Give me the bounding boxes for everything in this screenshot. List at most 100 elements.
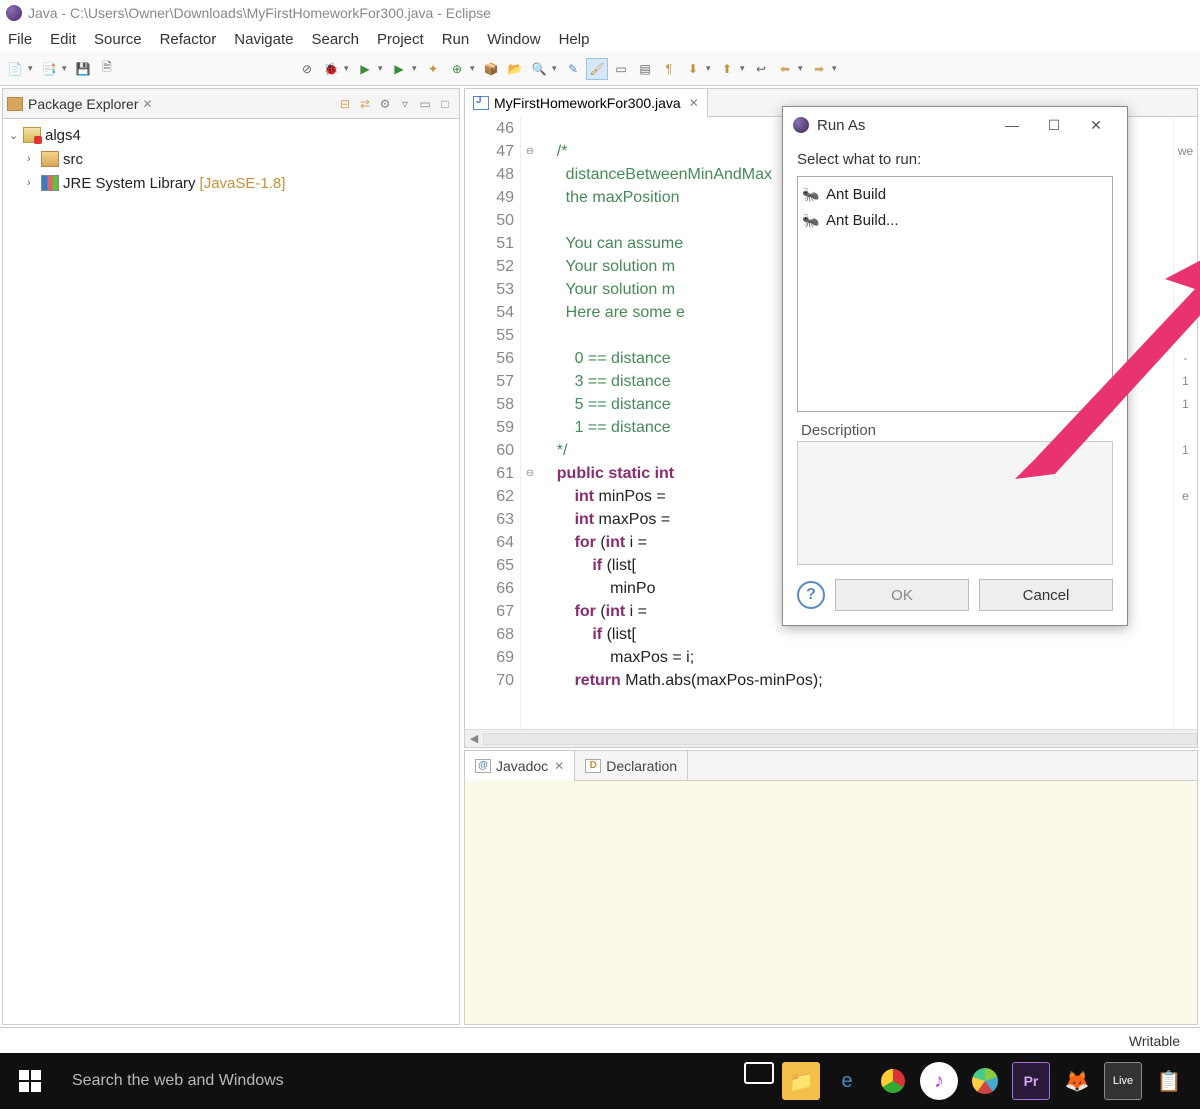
eclipse-icon <box>6 5 22 21</box>
tab-javadoc[interactable]: @ Javadoc ✕ <box>465 751 575 781</box>
search-dropdown[interactable]: ▾ <box>552 63 560 74</box>
next-annotation-button[interactable]: ⬇ <box>682 58 704 80</box>
cancel-button[interactable]: Cancel <box>979 579 1113 611</box>
coverage-dropdown[interactable]: ▾ <box>412 63 420 74</box>
javadoc-content <box>465 781 1197 1024</box>
editor-tab-active[interactable]: MyFirstHomeworkFor300.java ✕ <box>465 89 708 117</box>
run-button[interactable]: ▶ <box>354 58 376 80</box>
dialog-maximize-button[interactable]: ☐ <box>1033 110 1075 140</box>
dialog-close-button[interactable]: ✕ <box>1075 110 1117 140</box>
debug-button[interactable]: 🐞 <box>320 58 342 80</box>
menu-refactor[interactable]: Refactor <box>160 31 217 48</box>
open-dropdown[interactable]: ▾ <box>62 63 70 74</box>
itunes-icon[interactable]: ♪ <box>920 1062 958 1100</box>
package-explorer-view: Package Explorer ✕ ⊟ ⇄ ⚙ ▿ ▭ □ ⌄ algs4 ›… <box>2 88 460 1025</box>
menu-file[interactable]: File <box>8 31 32 48</box>
open-button[interactable]: 📑 <box>38 58 60 80</box>
collapse-all-button[interactable]: ⊟ <box>335 94 355 114</box>
coverage-button[interactable]: ▶ <box>388 58 410 80</box>
maximize-view-button[interactable]: □ <box>435 94 455 114</box>
run-dropdown[interactable]: ▾ <box>378 63 386 74</box>
dialog-titlebar[interactable]: Run As — ☐ ✕ <box>783 107 1127 143</box>
live-icon[interactable]: Live <box>1104 1062 1142 1100</box>
tab-declaration[interactable]: D Declaration <box>575 751 688 781</box>
menu-search[interactable]: Search <box>311 31 359 48</box>
toggle-mark-button[interactable]: 🖌 <box>586 58 608 80</box>
new-button[interactable]: 📄 <box>4 58 26 80</box>
open-task-button[interactable]: 📂 <box>504 58 526 80</box>
pin-button[interactable]: ¶ <box>658 58 680 80</box>
tree-project[interactable]: ⌄ algs4 <box>9 123 453 147</box>
list-item[interactable]: 🐜 Ant Build <box>802 181 1108 207</box>
close-icon[interactable]: ✕ <box>689 96 699 110</box>
expand-icon[interactable]: › <box>27 153 41 165</box>
tree-jre[interactable]: › JRE System Library [JavaSE-1.8] <box>9 171 453 195</box>
menu-navigate[interactable]: Navigate <box>234 31 293 48</box>
expand-icon[interactable]: › <box>27 177 41 189</box>
back-dropdown[interactable]: ▾ <box>798 63 806 74</box>
gimp-icon[interactable]: 🦊 <box>1058 1062 1096 1100</box>
last-edit-button[interactable]: ↩ <box>750 58 772 80</box>
taskbar-search[interactable]: Search the web and Windows <box>60 1053 500 1109</box>
prev-annotation-button[interactable]: ⬆ <box>716 58 738 80</box>
line-gutter: 4647484950515253545556575859606162636465… <box>465 117 521 729</box>
project-icon <box>23 127 41 143</box>
menu-edit[interactable]: Edit <box>50 31 76 48</box>
scroll-track[interactable] <box>483 733 1197 745</box>
search-button[interactable]: 🔍 <box>528 58 550 80</box>
file-explorer-icon[interactable]: 📁 <box>782 1062 820 1100</box>
ok-button[interactable]: OK <box>835 579 969 611</box>
menu-window[interactable]: Window <box>487 31 540 48</box>
new-package-dropdown[interactable]: ▾ <box>470 63 478 74</box>
annotation-button[interactable]: ✎ <box>562 58 584 80</box>
back-button[interactable]: ⬅ <box>774 58 796 80</box>
menu-help[interactable]: Help <box>559 31 590 48</box>
picasa-icon[interactable] <box>966 1062 1004 1100</box>
notes-icon[interactable]: 📋 <box>1150 1062 1188 1100</box>
overview-ruler[interactable]: we-111e <box>1173 117 1197 729</box>
scroll-left-icon[interactable]: ◀ <box>465 732 483 745</box>
show-whitespace-button[interactable]: ▤ <box>634 58 656 80</box>
package-explorer-tree[interactable]: ⌄ algs4 › src › JRE System Library [Java… <box>3 119 459 199</box>
menu-source[interactable]: Source <box>94 31 142 48</box>
skip-breakpoints-button[interactable]: ⊘ <box>296 58 318 80</box>
close-icon[interactable]: ✕ <box>554 759 564 773</box>
package-explorer-title: Package Explorer <box>28 96 139 112</box>
new-package-button[interactable]: ⊕ <box>446 58 468 80</box>
help-button[interactable]: ? <box>797 581 825 609</box>
menu-project[interactable]: Project <box>377 31 424 48</box>
toggle-block-button[interactable]: ▭ <box>610 58 632 80</box>
save-all-button[interactable]: 🗎 <box>96 58 118 80</box>
menu-run[interactable]: Run <box>442 31 470 48</box>
bottom-tabs: @ Javadoc ✕ D Declaration <box>465 751 1197 781</box>
expand-icon[interactable]: ⌄ <box>9 129 23 142</box>
dialog-minimize-button[interactable]: — <box>991 110 1033 140</box>
new-dropdown[interactable]: ▾ <box>28 63 36 74</box>
tree-src[interactable]: › src <box>9 147 453 171</box>
forward-dropdown[interactable]: ▾ <box>832 63 840 74</box>
next-annotation-dropdown[interactable]: ▾ <box>706 63 714 74</box>
package-explorer-close-icon[interactable]: ✕ <box>143 97 153 111</box>
forward-button[interactable]: ➡ <box>808 58 830 80</box>
link-editor-button[interactable]: ⇄ <box>355 94 375 114</box>
tree-src-label: src <box>63 151 83 168</box>
minimize-view-button[interactable]: ▭ <box>415 94 435 114</box>
chrome-icon[interactable] <box>874 1062 912 1100</box>
package-explorer-header: Package Explorer ✕ ⊟ ⇄ ⚙ ▿ ▭ □ <box>3 89 459 119</box>
debug-dropdown[interactable]: ▾ <box>344 63 352 74</box>
dialog-prompt: Select what to run: <box>797 151 1113 168</box>
horizontal-scrollbar[interactable]: ◀ <box>465 729 1197 747</box>
view-menu-button[interactable]: ▿ <box>395 94 415 114</box>
start-button[interactable] <box>0 1070 60 1092</box>
task-view-icon[interactable] <box>744 1062 774 1084</box>
fold-gutter[interactable]: ⊖⊖ <box>521 117 539 729</box>
save-button[interactable]: 💾 <box>72 58 94 80</box>
prev-annotation-dropdown[interactable]: ▾ <box>740 63 748 74</box>
run-config-list[interactable]: 🐜 Ant Build 🐜 Ant Build... <box>797 176 1113 412</box>
open-type-button[interactable]: 📦 <box>480 58 502 80</box>
filter-button[interactable]: ⚙ <box>375 94 395 114</box>
edge-icon[interactable]: e <box>828 1062 866 1100</box>
list-item[interactable]: 🐜 Ant Build... <box>802 207 1108 233</box>
new-class-button[interactable]: ✦ <box>422 58 444 80</box>
premiere-icon[interactable]: Pr <box>1012 1062 1050 1100</box>
